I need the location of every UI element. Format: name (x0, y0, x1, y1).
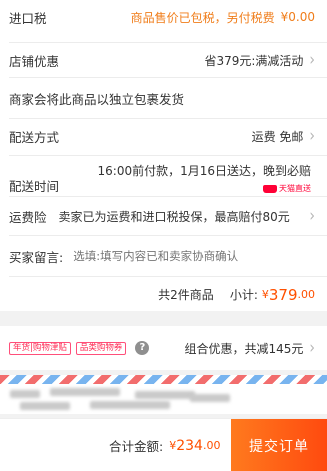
promotions-card[interactable]: 年货|购物津贴 品类购物券 ? 组合优惠，共减145元 › (0, 326, 327, 370)
delivery-method-row[interactable]: 配送方式 运费 免邮 › (0, 119, 327, 153)
divider (9, 276, 327, 277)
total-currency: ¥ (169, 439, 177, 452)
chevron-right-icon: › (309, 206, 315, 226)
delivery-time-value: 16:00前付款，1月16日送达，晚到必赔 (97, 164, 312, 178)
item-count: 共2件商品 (158, 288, 214, 302)
shipping-insurance-value: 卖家已为运费和进口税投保，最高赔付80元 (58, 209, 290, 224)
import-tax-label: 进口税 (9, 10, 47, 26)
blurred-address (0, 384, 327, 414)
promo-tag: 品类购物券 (75, 341, 127, 355)
buyer-message-row: 买家留言: (0, 236, 327, 276)
shop-discount-value: 省379元:满减活动 (204, 53, 304, 68)
import-tax-row: 进口税 商品售价已包税，另付税费 ¥0.00 (0, 0, 327, 34)
shipping-insurance-row[interactable]: 运费险 卖家已为运费和进口税投保，最高赔付80元 › (0, 197, 327, 235)
import-tax-amount: ¥0.00 (280, 10, 315, 24)
delivery-method-value: 运费 免邮 (251, 129, 304, 144)
chevron-right-icon: › (309, 50, 315, 70)
subtotal-row: 共2件商品 小计: ¥ 379 .00 (0, 278, 327, 311)
subtotal-cents: .00 (297, 288, 316, 301)
delivery-method-label: 配送方式 (9, 129, 60, 145)
separate-shipping-row: 商家会将此商品以独立包裹发货 (0, 78, 327, 118)
delivery-time-row: 配送时间 16:00前付款，1月16日送达，晚到必赔 天猫直送 (0, 156, 327, 196)
tmall-direct-label: 天猫直送 (279, 184, 311, 193)
chevron-right-icon: › (309, 338, 315, 358)
tmall-direct-badge: 天猫直送 (263, 183, 311, 194)
total-cents: .00 (202, 439, 221, 452)
promo-tag: 年货|购物津贴 (9, 341, 71, 355)
buyer-message-label: 买家留言: (9, 249, 64, 265)
import-tax-notice: 商品售价已包税，另付税费 (130, 10, 275, 25)
subtotal-label: 小计: (229, 288, 258, 302)
separate-shipping-notice: 商家会将此商品以独立包裹发货 (9, 91, 185, 107)
subtotal-currency: ¥ (261, 288, 269, 301)
shop-discount-label: 店铺优惠 (9, 53, 60, 69)
chevron-right-icon: › (309, 126, 315, 146)
help-icon[interactable]: ? (135, 341, 150, 355)
subtotal-amount: 379 (268, 285, 298, 304)
buyer-message-input[interactable] (73, 249, 294, 263)
tmall-cart-icon (263, 184, 277, 193)
shop-discount-row[interactable]: 店铺优惠 省379元:满减活动 › (0, 43, 327, 77)
submit-order-button[interactable]: 提交订单 (231, 419, 327, 471)
delivery-time-label: 配送时间 (9, 179, 60, 194)
promotions-summary: 组合优惠，共减145元 (184, 341, 304, 356)
total-label: 合计金额: (109, 439, 164, 454)
checkout-bar: 合计金额: ¥ 234 .00 提交订单 (0, 418, 327, 471)
shipping-insurance-label: 运费险 (9, 209, 47, 225)
address-stripe (0, 375, 327, 384)
total-amount: 234 (176, 437, 203, 454)
